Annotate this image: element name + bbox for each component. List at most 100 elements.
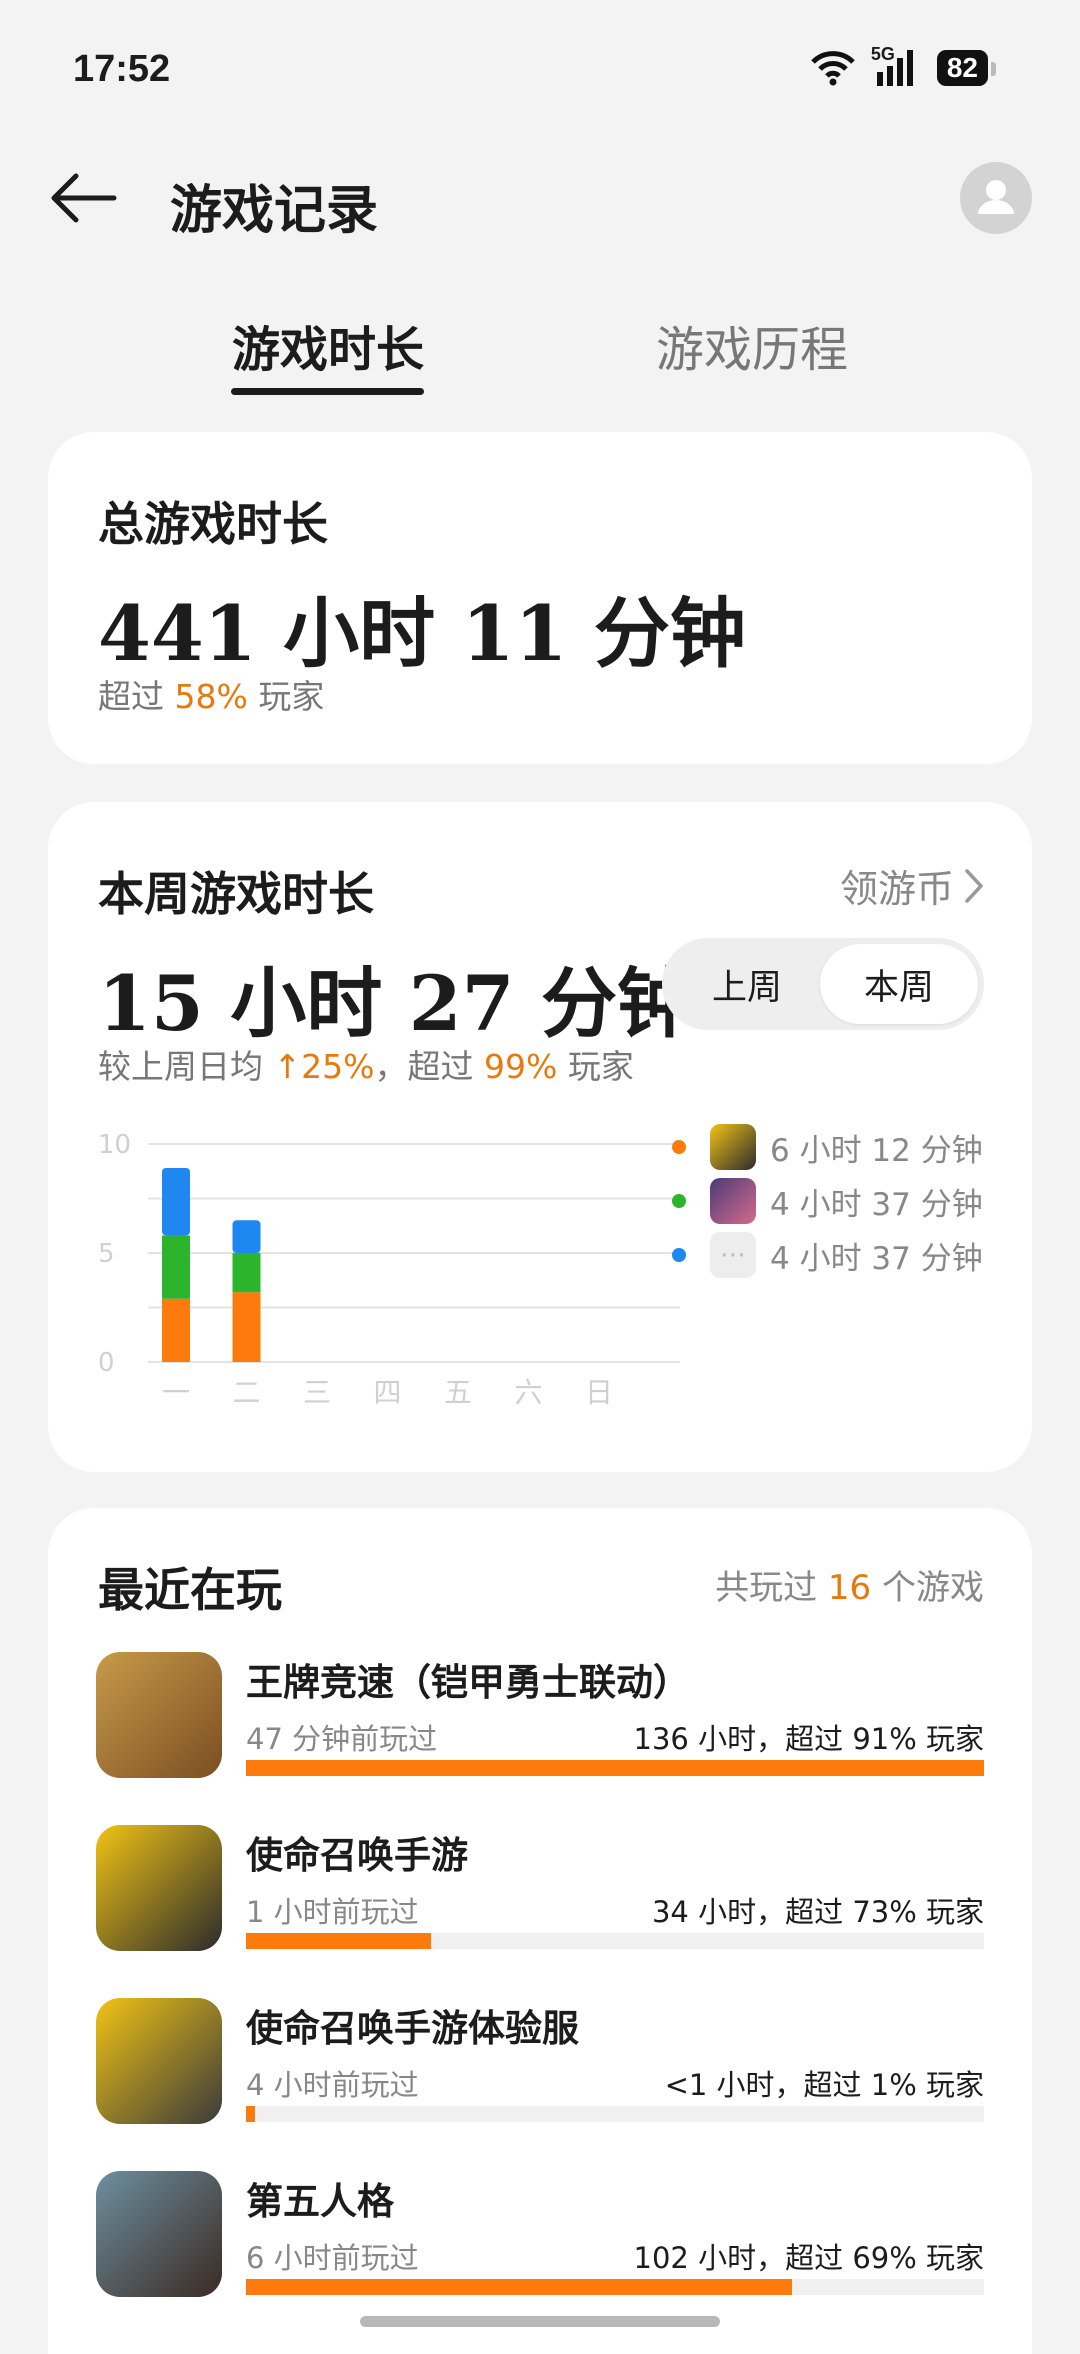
weekly-minutes: 27 [408,959,515,1048]
total-playtime-card: 总游戏时长 441 小时 11 分钟 超过 58% 玩家 [48,432,1032,764]
chart-bar-segment [232,1220,261,1253]
x-tick-label: 日 [585,1376,613,1409]
legend-text-2: 4 小时 37 分钟 [770,1186,983,1223]
minutes-unit: 分钟 [593,589,746,678]
x-tick-label: 三 [303,1376,331,1409]
x-tick-label: 六 [514,1376,542,1409]
game-stat: <1 小时，超过 1% 玩家 [664,2068,984,2102]
tab-play-time[interactable]: 游戏时长 [232,310,424,380]
this-week-option[interactable]: 本周 [820,944,978,1024]
game-name: 王牌竞速（铠甲勇士联动） [246,1661,690,1704]
tab-play-history[interactable]: 游戏历程 [656,310,848,380]
wifi-icon [811,51,855,86]
claim-coins-link[interactable]: 领游币 [840,858,984,913]
played-prefix: 共玩过 [715,1568,818,1608]
tab-bar: 游戏时长 游戏历程 [0,300,1080,400]
avatar[interactable] [960,162,1032,234]
game-progress-track [246,1760,984,1776]
y-tick-label: 5 [98,1239,115,1269]
legend-text-1: 6 小时 12 分钟 [770,1132,983,1169]
call-of-duty-test-game-icon [96,1998,222,2124]
compare-percent: 25% [301,1047,375,1086]
call-of-duty-game-icon [710,1124,756,1170]
total-playtime-label: 总游戏时长 [98,497,328,551]
x-tick-label: 五 [444,1376,472,1409]
compare-mid: ，超过 [374,1047,474,1086]
status-icons: 5G 82 [809,44,997,88]
weekly-playtime-card: 本周游戏时长 领游币 15 小时 27 分钟 上周 本周 较上周日均 ↑25%，… [48,802,1032,1472]
exceed-prefix: 超过 [98,677,164,716]
weekly-compare-text: 较上周日均 ↑25%，超过 99% 玩家 [98,1040,634,1088]
legend-item-3: ⋯ 4 小时 37 分钟 [672,1232,983,1278]
game-name: 第五人格 [246,2180,394,2223]
legend-item-1: 6 小时 12 分钟 [672,1124,983,1170]
game-name: 使命召唤手游体验服 [246,2007,579,2050]
call-of-duty-game-icon [96,1825,222,1951]
y-tick-label: 0 [98,1348,115,1378]
active-tab-indicator [231,388,424,395]
back-arrow-icon[interactable] [48,168,118,228]
game-last-played: 4 小时前玩过 [246,2068,419,2102]
hours-unit: 小时 [230,959,383,1048]
legend-dot-orange [672,1140,686,1154]
more-games-icon: ⋯ [710,1232,756,1278]
total-exceed-text: 超过 58% 玩家 [98,670,324,718]
played-count: 16 [827,1568,872,1608]
legend-dot-green [672,1194,686,1208]
weekly-playtime-label: 本周游戏时长 [98,867,374,921]
legend-dot-blue [672,1248,686,1262]
identity-v-game-icon [96,2171,222,2297]
x-tick-label: 四 [373,1376,401,1409]
chart-bar-segment [232,1292,261,1362]
game-stat: 102 小时，超过 69% 玩家 [633,2241,984,2275]
game-last-played: 1 小时前玩过 [246,1895,419,1929]
played-suffix: 个游戏 [882,1568,984,1608]
game-stat: 34 小时，超过 73% 玩家 [651,1895,984,1929]
game-progress-fill [246,1760,984,1776]
page-title: 游戏记录 [170,181,379,241]
total-minutes: 11 [461,589,568,678]
game-progress-fill [246,2279,793,2295]
battery-indicator: 82 [936,50,997,86]
chart-bar-segment [232,1253,261,1293]
weekly-exceed-suffix: 玩家 [567,1047,634,1086]
game-last-played: 47 分钟前玩过 [246,1722,438,1756]
game-list-item[interactable]: 使命召唤手游体验服 4 小时前玩过 <1 小时，超过 1% 玩家 [96,1998,984,2126]
legend-item-2: 4 小时 37 分钟 [672,1178,983,1224]
user-icon [978,180,1014,214]
total-playtime-value: 441 小时 11 分钟 [98,572,746,682]
game-progress-fill [246,1933,431,1949]
compare-prefix: 较上周日均 [98,1047,263,1086]
weekly-hours: 15 [98,959,204,1048]
status-bar: 17:52 5G 82 [0,0,1080,130]
status-time: 17:52 [73,48,171,90]
game-list-item[interactable]: 王牌竞速（铠甲勇士联动） 47 分钟前玩过 136 小时，超过 91% 玩家 [96,1652,984,1780]
game-progress-track [246,2106,984,2122]
identity-v-game-icon [710,1178,756,1224]
chevron-right-icon [965,868,983,903]
games-played-count-text: 共玩过 16 个游戏 [715,1560,984,1609]
game-list-item[interactable]: 第五人格 6 小时前玩过 102 小时，超过 69% 玩家 [96,2171,984,2299]
game-list-item[interactable]: 使命召唤手游 1 小时前玩过 34 小时，超过 73% 玩家 [96,1825,984,1953]
last-week-option[interactable]: 上周 [668,944,826,1024]
recent-games-label: 最近在玩 [98,1563,282,1617]
chart-bar-segment [162,1235,190,1299]
game-stat: 136 小时，超过 91% 玩家 [633,1722,984,1756]
ace-racer-game-icon [96,1652,222,1778]
hours-unit: 小时 [283,589,436,678]
game-last-played: 6 小时前玩过 [246,2241,419,2275]
chart-bar-segment [162,1167,190,1236]
y-tick-label: 10 [98,1130,131,1160]
home-indicator[interactable] [360,2316,720,2327]
x-tick-label: 一 [162,1376,190,1409]
claim-coins-label: 领游币 [839,867,954,911]
x-tick-label: 二 [232,1376,260,1409]
cellular-signal-icon: 5G [871,44,923,88]
game-progress-fill [246,2106,255,2122]
app-header: 游戏记录 [0,150,1080,250]
up-arrow-icon: ↑ [273,1047,302,1086]
game-name: 使命召唤手游 [246,1834,468,1877]
game-progress-track [246,2279,984,2295]
recent-games-card: 最近在玩 共玩过 16 个游戏 王牌竞速（铠甲勇士联动） 47 分钟前玩过 136 … [48,1508,1032,2354]
chart-bar-segment [162,1298,190,1362]
